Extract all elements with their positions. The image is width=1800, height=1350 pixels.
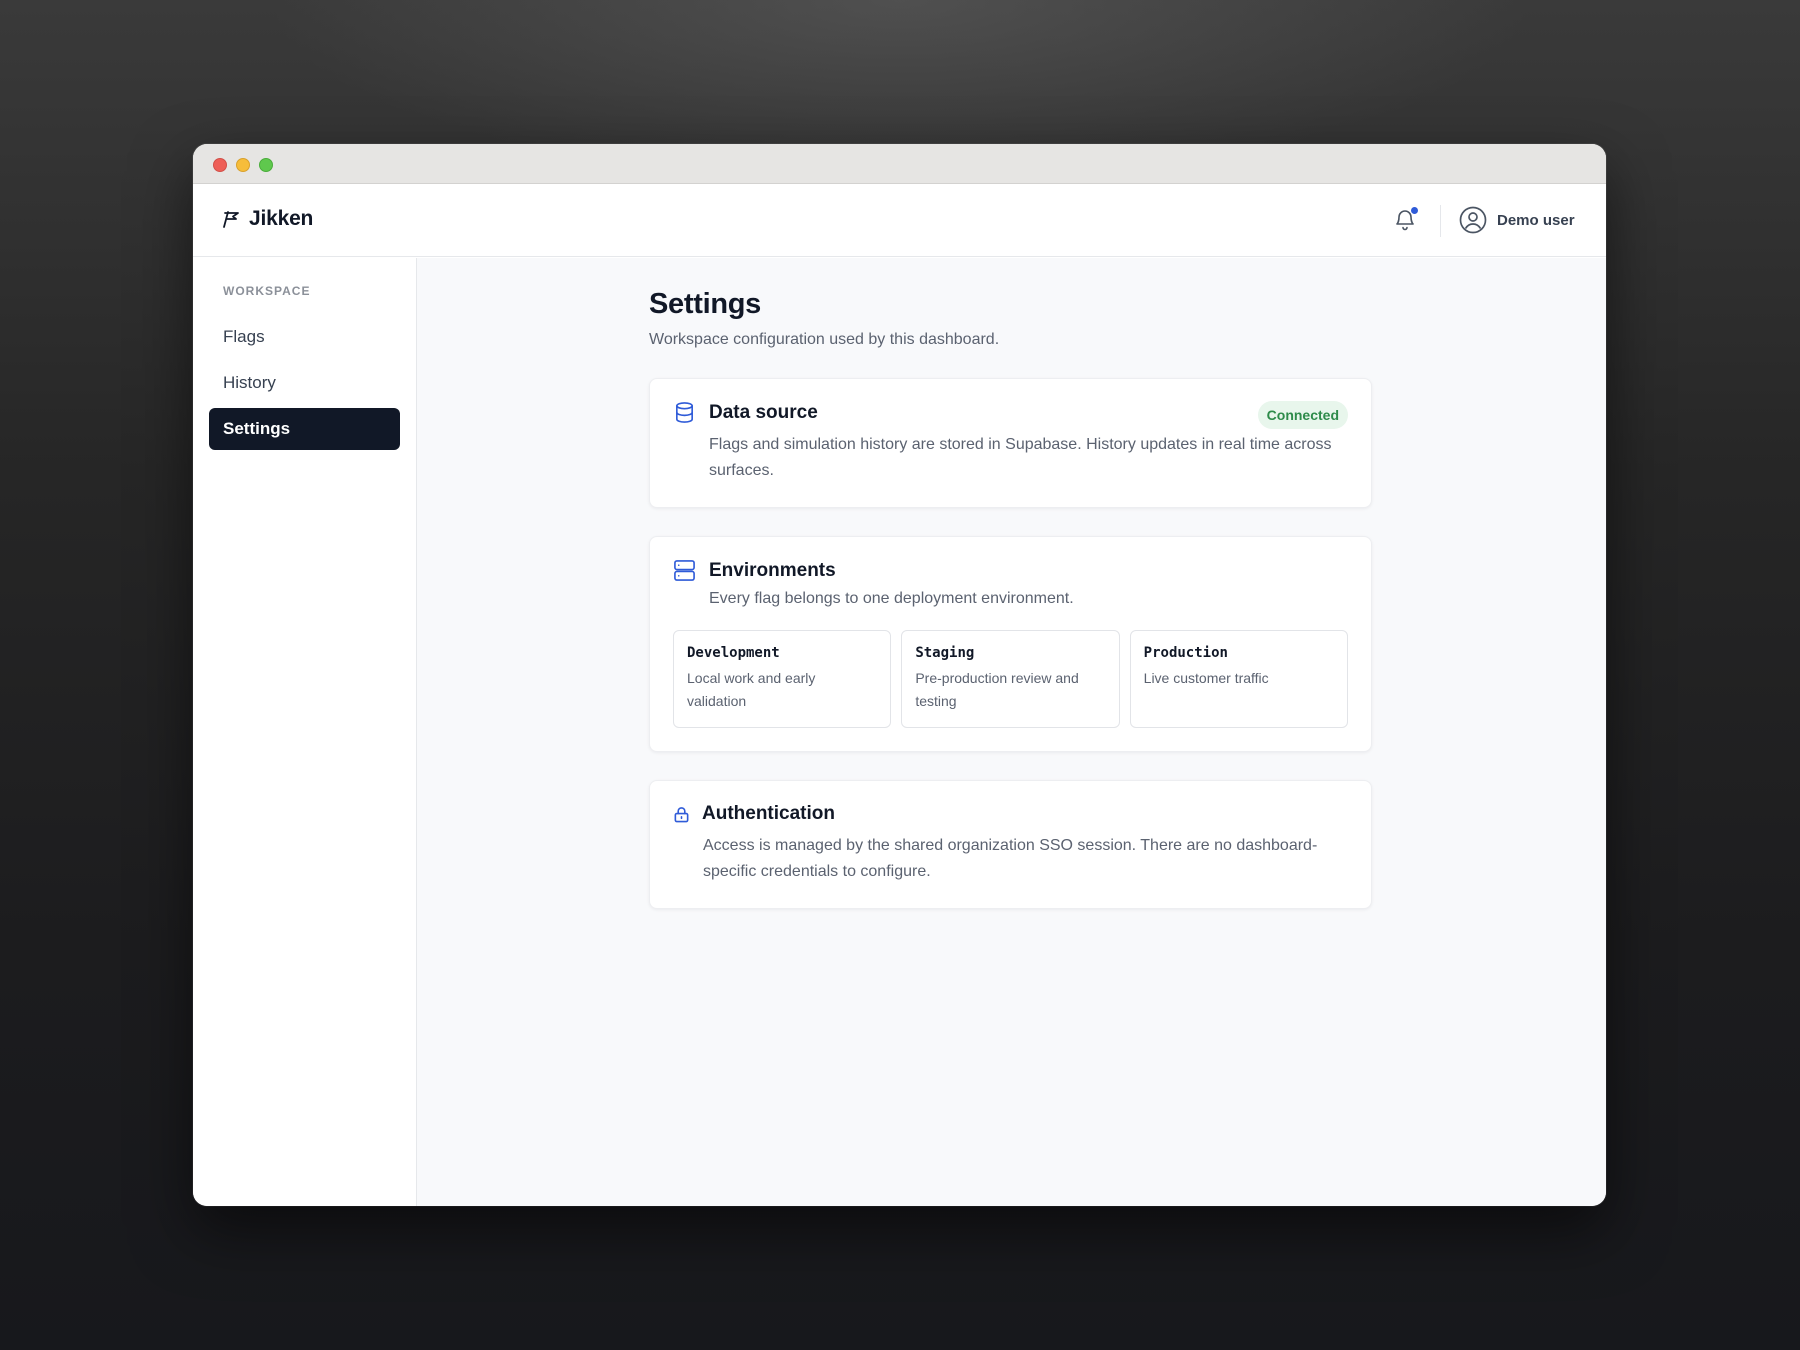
page-title: Settings (649, 288, 761, 320)
server-icon (674, 560, 695, 581)
environments-title: Environments (709, 559, 836, 581)
flag-logo-icon (223, 211, 239, 228)
sidebar-item-settings[interactable]: Settings (209, 408, 400, 450)
environment-staging: Staging Pre-production review and testin… (901, 630, 1120, 728)
environment-production: Production Live customer traffic (1129, 630, 1348, 728)
environment-name: Staging (915, 645, 975, 661)
environment-description: Live customer traffic (1143, 670, 1269, 686)
user-menu[interactable]: Demo user (1459, 206, 1575, 234)
window-titlebar (193, 144, 1606, 184)
database-icon (676, 402, 693, 423)
environment-description: Pre-production review and testing (915, 670, 1079, 709)
data-source-card: Data source Connected Flags and simulati… (649, 378, 1372, 508)
environment-list: Development Local work and early validat… (673, 630, 1348, 728)
connection-status-badge: Connected (1257, 401, 1348, 429)
authentication-title: Authentication (702, 803, 835, 824)
environments-card: Environments Every flag belongs to one d… (649, 536, 1372, 752)
close-window-button[interactable] (213, 158, 227, 172)
minimize-window-button[interactable] (236, 158, 250, 172)
brand-logo[interactable]: Jikken (220, 207, 313, 231)
sidebar: WORKSPACE Flags History Settings (193, 258, 417, 1206)
app-name: Jikken (249, 207, 314, 230)
main-content: Settings Workspace configuration used by… (417, 258, 1606, 1206)
environment-name: Production (1143, 645, 1228, 661)
data-source-title: Data source (709, 401, 818, 423)
page-subtitle: Workspace configuration used by this das… (649, 331, 1000, 348)
user-avatar-icon (1459, 206, 1487, 234)
authentication-description: Access is managed by the shared organiza… (703, 837, 1318, 880)
authentication-card: Authentication Access is managed by the … (649, 780, 1372, 909)
environment-development: Development Local work and early validat… (673, 630, 892, 728)
environments-description: Every flag belongs to one deployment env… (709, 590, 1074, 607)
maximize-window-button[interactable] (259, 158, 273, 172)
environment-description: Local work and early validation (687, 670, 816, 709)
top-navigation-bar: Jikken Demo user (193, 184, 1606, 257)
sidebar-section-label: WORKSPACE (223, 284, 311, 298)
app-window: Jikken Demo user WORKSPACE Flags History… (193, 144, 1606, 1206)
topbar-divider (1440, 205, 1441, 237)
sidebar-item-flags[interactable]: Flags (209, 316, 400, 358)
sidebar-item-history[interactable]: History (209, 362, 400, 404)
environment-name: Development (687, 645, 780, 661)
lock-icon (674, 806, 689, 822)
data-source-description: Flags and simulation history are stored … (709, 436, 1332, 479)
notification-indicator (1411, 207, 1418, 214)
user-name: Demo user (1497, 211, 1575, 229)
